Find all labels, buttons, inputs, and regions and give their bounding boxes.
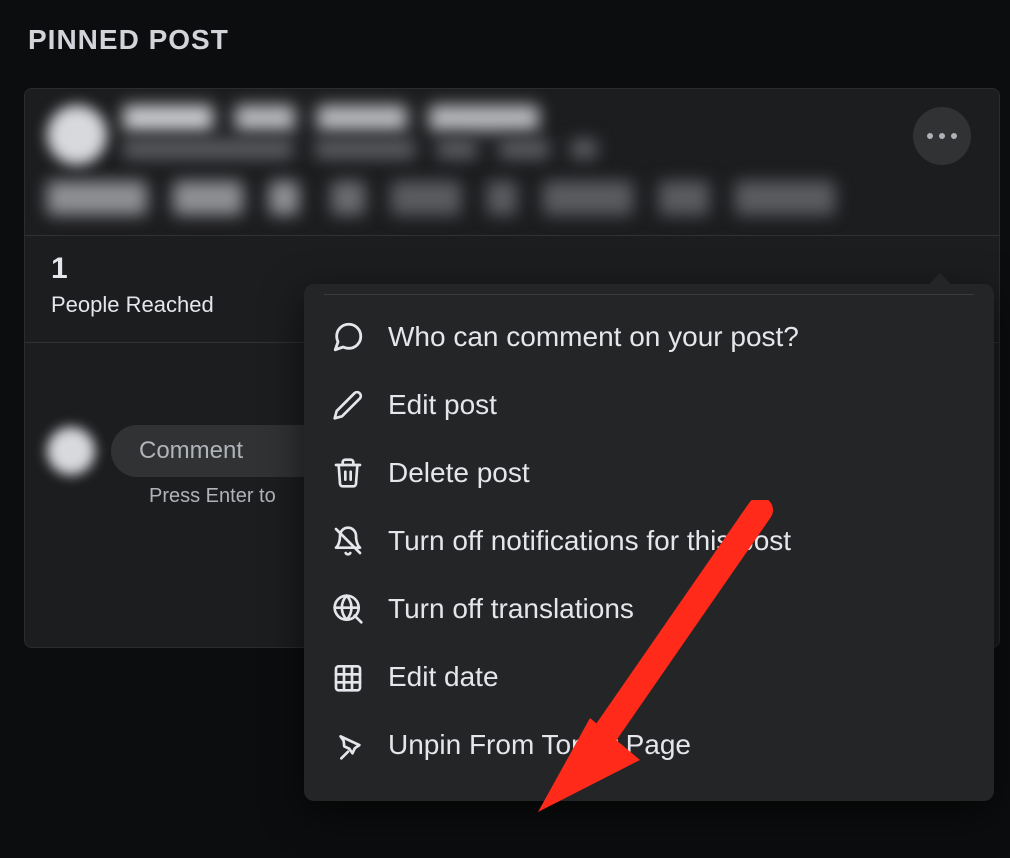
comment-placeholder: Comment	[139, 437, 243, 465]
more-options-button[interactable]	[913, 107, 971, 165]
avatar[interactable]	[47, 427, 95, 475]
menu-item-label: Unpin From Top of Page	[388, 729, 691, 761]
dots-icon	[927, 133, 933, 139]
menu-item-label: Edit post	[388, 389, 497, 421]
post-options-menu: Who can comment on your post? Edit post …	[304, 284, 994, 801]
pencil-icon	[330, 387, 366, 423]
calendar-icon	[330, 659, 366, 695]
menu-item-delete-post[interactable]: Delete post	[304, 439, 994, 507]
people-reached-count: 1	[51, 252, 214, 286]
people-reached-label: People Reached	[51, 292, 214, 318]
menu-item-notifications[interactable]: Turn off notifications for this post	[304, 507, 994, 575]
menu-item-label: Turn off notifications for this post	[388, 525, 791, 557]
menu-item-unpin[interactable]: Unpin From Top of Page	[304, 711, 994, 779]
post-header	[25, 89, 999, 171]
bell-off-icon	[330, 523, 366, 559]
trash-icon	[330, 455, 366, 491]
menu-item-label: Who can comment on your post?	[388, 321, 799, 353]
menu-item-edit-date[interactable]: Edit date	[304, 643, 994, 711]
menu-item-label: Delete post	[388, 457, 530, 489]
comment-icon	[330, 319, 366, 355]
menu-separator	[324, 294, 974, 295]
menu-item-translations[interactable]: Turn off translations	[304, 575, 994, 643]
menu-item-label: Edit date	[388, 661, 499, 693]
globe-icon	[330, 591, 366, 627]
menu-item-who-comment[interactable]: Who can comment on your post?	[304, 303, 994, 371]
pin-icon	[330, 727, 366, 763]
section-heading: PINNED POST	[28, 24, 229, 56]
post-body	[25, 171, 999, 235]
menu-item-label: Turn off translations	[388, 593, 634, 625]
menu-item-edit-post[interactable]: Edit post	[304, 371, 994, 439]
avatar[interactable]	[47, 105, 107, 165]
